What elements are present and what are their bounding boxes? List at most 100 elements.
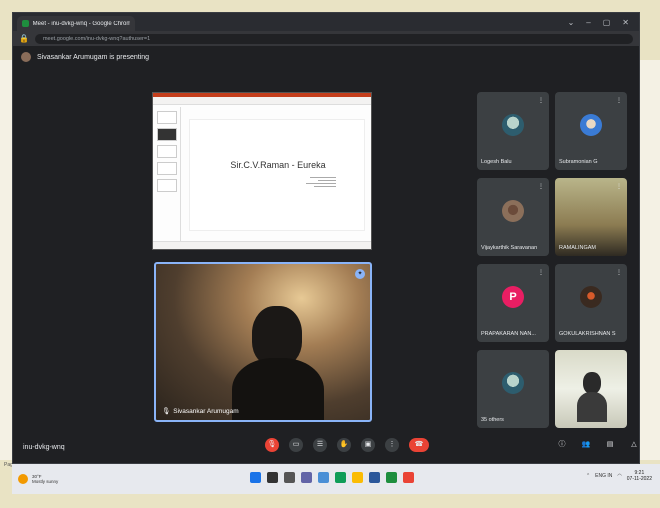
chrome-window: Meet - inu-dvkg-wnq - Google Chrome ⌄ – … [12, 12, 640, 464]
edge-icon[interactable] [335, 472, 346, 483]
presenting-text: Sivasankar Arumugam is presenting [37, 53, 150, 61]
captions-button[interactable]: ☰ [313, 438, 327, 452]
activities-icon[interactable]: △ [627, 438, 641, 452]
maximize-button[interactable]: ▢ [603, 18, 611, 27]
powerpoint-ribbon [153, 93, 371, 105]
teams-icon[interactable] [301, 472, 312, 483]
mic-icon: 🎙 [162, 408, 171, 415]
slide-thumbnail [157, 128, 177, 141]
settings-icon[interactable] [318, 472, 329, 483]
presenter-avatar [21, 52, 31, 62]
others-count: 35 others [481, 417, 504, 423]
participant-avatar [502, 200, 524, 222]
info-icon[interactable]: ⓘ [555, 438, 569, 452]
participant-name: RAMALINGAM [559, 245, 596, 251]
raise-hand-button[interactable]: ✋ [337, 438, 351, 452]
participant-name: Logesh Balu [481, 159, 512, 165]
participant-tile[interactable]: ⋮ Subramonian G [555, 92, 627, 170]
mic-off-icon: ⋮ [538, 270, 544, 276]
end-call-button[interactable]: ☎ [409, 438, 429, 452]
people-icon[interactable]: 👥 [579, 438, 593, 452]
self-silhouette [583, 372, 601, 394]
weather-condition: Mostly sunny [32, 479, 59, 484]
shared-screen[interactable]: Sir.C.V.Raman - Eureka [152, 92, 372, 250]
slide-canvas: Sir.C.V.Raman - Eureka [189, 119, 365, 231]
meet-favicon-icon [22, 20, 29, 27]
mic-off-button[interactable]: 🎙 [265, 438, 279, 452]
lock-icon: 🔒 [19, 34, 29, 43]
windows-taskbar: 30°F Mostly sunny ⌃ ENG IN ◠ 9:21 07-11-… [12, 464, 660, 494]
slide-thumbnail [157, 145, 177, 158]
presenting-banner: Sivasankar Arumugam is presenting [21, 52, 149, 62]
task-view-icon[interactable] [284, 472, 295, 483]
address-bar: 🔒 meet.google.com/inu-dvkg-wnq?authuser=… [13, 31, 639, 46]
minimize-button[interactable]: – [586, 18, 590, 27]
start-icon[interactable] [250, 472, 261, 483]
self-body [577, 392, 607, 422]
present-button[interactable]: ▣ [361, 438, 375, 452]
region: IN [607, 473, 613, 479]
sun-icon [18, 474, 28, 484]
camera-button[interactable]: ▭ [289, 438, 303, 452]
more-options-button[interactable]: ⋮ [385, 438, 399, 452]
slide-thumbnail [157, 162, 177, 175]
presenter-name-label: Sivasankar Arumugam [173, 407, 239, 415]
clock[interactable]: 9:21 07-11-2022 [627, 470, 652, 482]
tab-search-icon[interactable]: ⌄ [568, 18, 575, 27]
mic-off-icon: ⋮ [616, 98, 622, 104]
chat-icon[interactable]: ▤ [603, 438, 617, 452]
self-video-tile[interactable] [555, 350, 627, 428]
slide-thumbnail [157, 179, 177, 192]
person-silhouette [252, 306, 302, 366]
url-field[interactable]: meet.google.com/inu-dvkg-wnq?authuser=1 [34, 33, 633, 44]
chrome-icon[interactable] [403, 472, 414, 483]
participant-avatar: P [502, 286, 524, 308]
word-icon[interactable] [369, 472, 380, 483]
participant-tile[interactable]: ⋮ Vijaykarthik Saravanan [477, 178, 549, 256]
others-tile[interactable]: 35 others [477, 350, 549, 428]
meeting-code: inu-dvkg-wnq [23, 444, 65, 451]
browser-tab[interactable]: Meet - inu-dvkg-wnq - Google Chrome [17, 16, 135, 31]
powerpoint-status-bar [153, 241, 371, 249]
participant-name: GOKULAKRISHNAN S [559, 331, 616, 337]
participant-tile[interactable]: ⋮ Logesh Balu [477, 92, 549, 170]
system-tray: ⌃ ENG IN ◠ 9:21 07-11-2022 [586, 470, 652, 482]
presenter-name: 🎙 Sivasankar Arumugam [162, 407, 239, 416]
participant-video-tile[interactable]: ⋮ RAMALINGAM [555, 178, 627, 256]
call-controls: 🎙 ▭ ☰ ✋ ▣ ⋮ ☎ [265, 438, 429, 452]
slide-thumbnail [157, 111, 177, 124]
clock-date: 07-11-2022 [626, 476, 652, 482]
app-icon[interactable] [386, 472, 397, 483]
others-avatar-stack [502, 372, 524, 394]
participant-name: PRAPAKARAN NAN... [481, 331, 536, 337]
slide-author-block [306, 176, 336, 189]
wifi-icon[interactable]: ◠ [617, 473, 621, 479]
close-button[interactable]: ✕ [622, 18, 629, 27]
mic-off-icon: ⋮ [616, 270, 622, 276]
title-bar: Meet - inu-dvkg-wnq - Google Chrome ⌄ – … [13, 13, 639, 31]
participant-name: Subramonian G [559, 159, 598, 165]
tab-title: Meet - inu-dvkg-wnq - Google Chrome [32, 20, 130, 27]
window-controls: ⌄ – ▢ ✕ [568, 18, 639, 27]
weather-text: 30°F Mostly sunny [32, 474, 58, 484]
taskbar-apps [250, 472, 414, 483]
person-body [232, 358, 324, 420]
language: ENG [595, 473, 607, 479]
mic-off-icon: ⋮ [616, 184, 622, 190]
meet-stage: Sivasankar Arumugam is presenting Sir.C.… [13, 46, 639, 463]
participant-name: Vijaykarthik Saravanan [481, 245, 538, 251]
mic-off-icon: ⋮ [538, 98, 544, 104]
search-icon[interactable] [267, 472, 278, 483]
chevron-up-icon[interactable]: ⌃ [586, 473, 590, 479]
file-explorer-icon[interactable] [352, 472, 363, 483]
slide-title: Sir.C.V.Raman - Eureka [230, 160, 326, 170]
language-indicator[interactable]: ENG IN [595, 473, 612, 479]
participant-tile[interactable]: ⋮ GOKULAKRISHNAN S [555, 264, 627, 342]
participant-tile[interactable]: ⋮ P PRAPAKARAN NAN... [477, 264, 549, 342]
weather-widget[interactable]: 30°F Mostly sunny [12, 474, 72, 484]
presenter-video-tile[interactable]: ✦ 🎙 Sivasankar Arumugam [154, 262, 372, 422]
mic-off-icon: ⋮ [538, 184, 544, 190]
side-controls: ⓘ 👥 ▤ △ [555, 438, 641, 452]
participant-avatar [580, 286, 602, 308]
pin-icon[interactable]: ✦ [355, 269, 365, 279]
